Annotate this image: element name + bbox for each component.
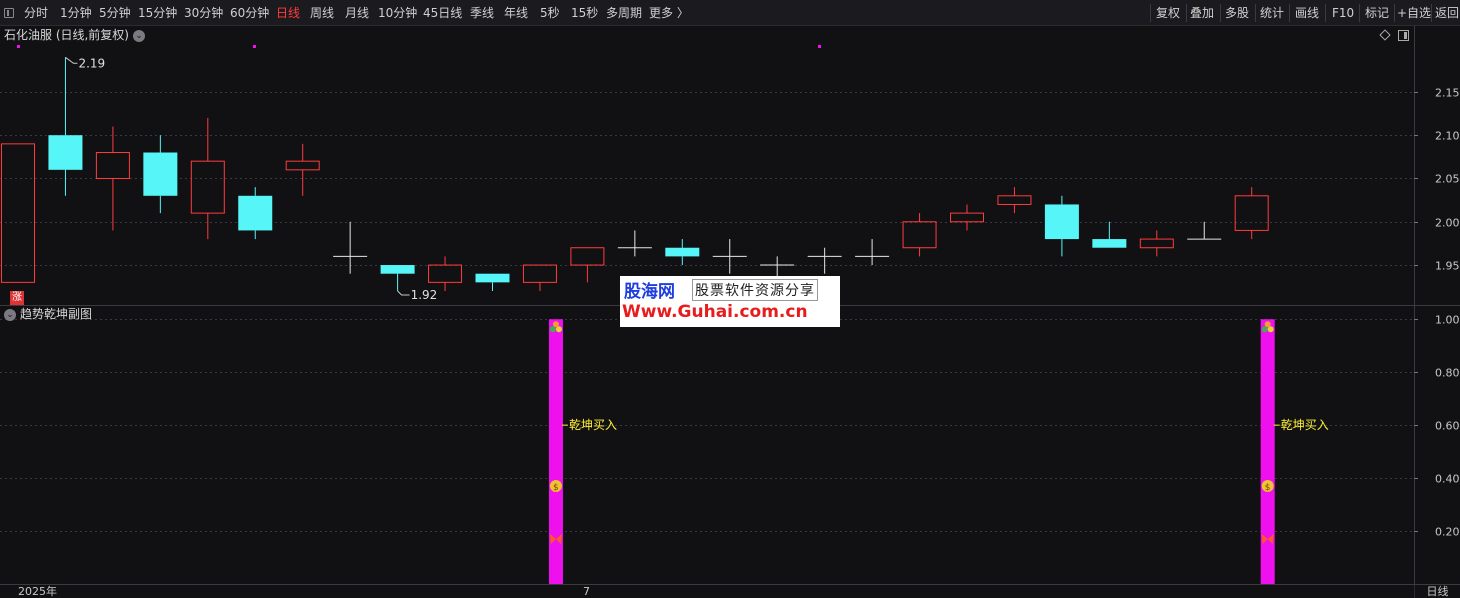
signal-bar xyxy=(548,319,563,584)
money-bag-icon: $ xyxy=(553,483,559,493)
candle-body-up xyxy=(902,221,937,249)
signal-label: 乾坤买入 xyxy=(569,417,617,432)
candle-body-down xyxy=(1092,239,1127,248)
signal-label: 乾坤买入 xyxy=(1281,417,1329,432)
sub-panel-title: ⌄ 趋势乾坤副图 xyxy=(4,306,92,322)
stock-chart-app: 分时 1分钟 5分钟 15分钟 30分钟 60分钟 日线 周线 月线 10分钟 … xyxy=(0,0,1460,598)
candle-body-down xyxy=(143,152,178,196)
watermark-url: Www.Guhai.com.cn xyxy=(622,302,808,322)
candle-body-down xyxy=(48,135,83,170)
low-pointer xyxy=(397,290,410,296)
candle-body-up xyxy=(190,160,225,214)
watermark-brand: 股海网 xyxy=(624,282,675,302)
candle-body-up xyxy=(950,212,984,223)
signal-bar xyxy=(1260,319,1275,584)
date-axis-year: 2025年 xyxy=(18,585,57,598)
high-pointer xyxy=(65,56,78,64)
candle-body-up xyxy=(997,195,1032,205)
candle-body-down xyxy=(665,247,700,257)
candle-body-down xyxy=(475,273,510,283)
watermark-tagline: 股票软件资源分享 xyxy=(692,279,818,301)
candle-body-up xyxy=(285,160,320,171)
period-indicator: 日线 xyxy=(1414,585,1460,598)
flower-icon xyxy=(1264,321,1271,328)
flower-icon xyxy=(552,321,559,328)
main-panel-title: 石化油服 (日线,前复权) ⌄ xyxy=(4,27,145,43)
chevron-down-icon[interactable]: ⌄ xyxy=(133,29,145,42)
main-axis-label: 1.95 xyxy=(1435,260,1460,273)
chevron-down-icon[interactable]: ⌄ xyxy=(4,308,16,321)
flower-icon xyxy=(549,326,556,333)
flower-icon xyxy=(555,326,562,333)
flower-icon xyxy=(1261,326,1268,333)
main-axis-label: 2.10 xyxy=(1435,130,1460,143)
candle-body-up xyxy=(1139,238,1174,249)
sub-axis-label: 0.40 xyxy=(1435,473,1460,486)
watermark-logo: 股海网 股票软件资源分享 Www.Guhai.com.cn xyxy=(620,276,840,327)
top-marker xyxy=(17,45,20,48)
panel-layout-icon[interactable] xyxy=(1398,30,1409,41)
candle-body-up xyxy=(1,143,35,283)
candle-body-up xyxy=(1234,195,1269,231)
indicator-title: 趋势乾坤副图 xyxy=(20,307,93,321)
sub-axis-label: 1.00 xyxy=(1435,314,1460,327)
candle-body-down xyxy=(380,265,415,274)
main-axis-label: 2.15 xyxy=(1435,87,1460,100)
zhang-badge: 涨 xyxy=(10,291,24,305)
sub-axis-label: 0.20 xyxy=(1435,526,1460,539)
top-marker xyxy=(253,45,256,48)
candle-body-up xyxy=(428,264,463,283)
low-label: 1.92 xyxy=(411,288,438,302)
flower-icon xyxy=(1267,326,1274,333)
main-axis-label: 2.00 xyxy=(1435,217,1460,230)
candle-body-down xyxy=(1044,204,1079,240)
main-axis-label: 2.05 xyxy=(1435,173,1460,186)
date-axis-month: 7 xyxy=(583,585,590,598)
sub-axis-label: 0.80 xyxy=(1435,367,1460,380)
high-label: 2.19 xyxy=(78,56,105,70)
sub-axis-label: 0.60 xyxy=(1435,420,1460,433)
stock-title: 石化油服 (日线,前复权) xyxy=(4,28,129,42)
candle-body-down xyxy=(238,195,273,231)
candle-body-up xyxy=(95,152,130,179)
candle-body-up xyxy=(522,264,557,283)
candle-body-up xyxy=(570,247,605,266)
top-marker xyxy=(818,45,821,48)
money-bag-icon: $ xyxy=(1265,483,1271,493)
